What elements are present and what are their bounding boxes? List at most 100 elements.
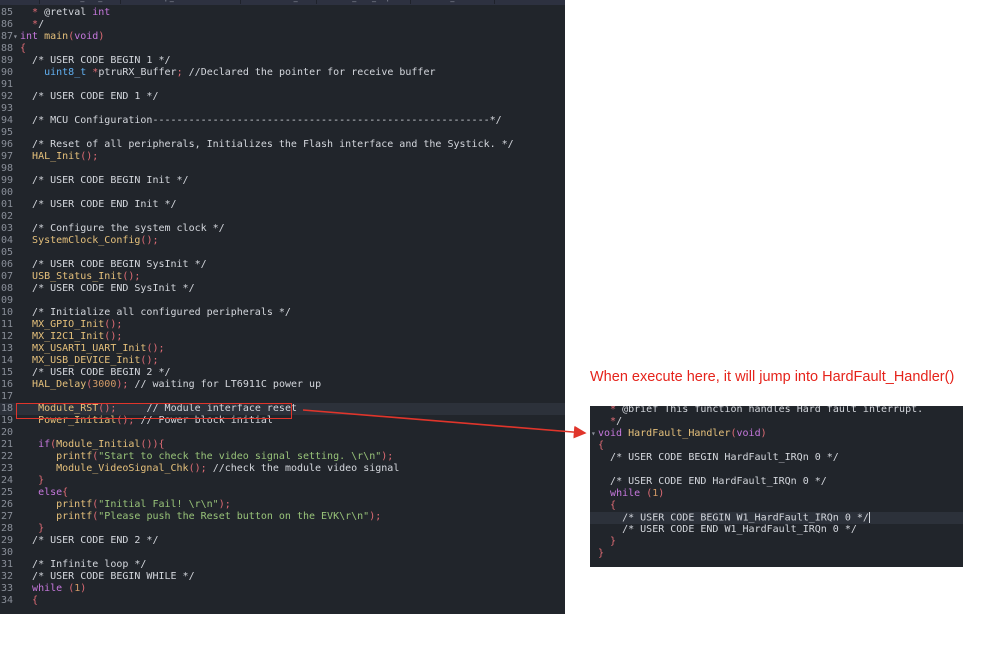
code-text: /* USER CODE END Init */ [32,199,177,210]
code-line[interactable]: 97 HAL_Init(); [0,151,565,163]
panel-code-line[interactable]: /* USER CODE END W1_HardFault_IRQn 0 */ [590,524,963,536]
code-line[interactable]: 05 [0,247,565,259]
code-text: printf("Initial Fail! \r\n"); [56,499,231,510]
code-line[interactable]: 03 /* Configure the system clock */ [0,223,565,235]
tab-3[interactable]: stm32f0xx_it.c [245,0,317,4]
panel-code-line[interactable]: { [590,440,963,452]
code-text: } [38,475,45,486]
tab-2[interactable]: startup_stm32f072xb.s [135,0,241,4]
line-number: 16 [1,379,14,390]
code-line[interactable]: 90 uint8_t *ptruRX_Buffer; //Declared th… [0,67,565,79]
code-line[interactable]: 86 */ [0,19,565,31]
code-line[interactable]: 14 MX_USB_DEVICE_Init(); [0,355,565,367]
code-text: { [20,43,27,54]
tab-0[interactable]: main.c [0,0,40,4]
code-line[interactable]: 22 printf("Start to check the video sign… [0,451,565,463]
code-line[interactable]: 12 MX_I2C1_Init(); [0,331,565,343]
code-line[interactable]: 31 /* Infinite loop */ [0,559,565,571]
line-number: 93 [1,103,14,114]
code-text: } [38,523,45,534]
code-line[interactable]: 29 /* USER CODE END 2 */ [0,535,565,547]
code-text: while (1) [32,583,87,594]
code-line[interactable]: 30 [0,547,565,559]
code-line[interactable]: 85 * @retval int [0,7,565,19]
code-text: /* USER CODE END W1_HardFault_IRQn 0 */ [622,524,857,535]
code-line[interactable]: 17 [0,391,565,403]
tab-1[interactable]: usbd_cdc_if.c [55,0,121,4]
code-line[interactable]: 24 } [0,475,565,487]
panel-code-line[interactable]: } [590,548,963,560]
panel-code-line[interactable]: /* USER CODE BEGIN W1_HardFault_IRQn 0 *… [590,512,963,524]
code-text: /* USER CODE BEGIN 2 */ [32,367,171,378]
text-cursor [868,512,870,523]
code-text: void HardFault_Handler(void) [598,428,767,439]
code-text: } [598,548,605,559]
code-line[interactable]: 34 { [0,595,565,607]
fold-chevron-icon[interactable]: ▾ [13,31,18,43]
code-line[interactable]: 26 printf("Initial Fail! \r\n"); [0,499,565,511]
annotation-note: When execute here, it will jump into Har… [590,369,955,385]
line-number: 12 [1,331,14,342]
code-line[interactable]: 10 /* Initialize all configured peripher… [0,307,565,319]
code-line[interactable]: 88 { [0,43,565,55]
fold-chevron-icon[interactable]: ▾ [591,428,596,440]
panel-code-line[interactable]: ▾ void HardFault_Handler(void) [590,428,963,440]
code-text: uint8_t *ptruRX_Buffer; //Declared the p… [44,67,436,78]
code-line[interactable]: 23 Module_VideoSignal_Chk(); //check the… [0,463,565,475]
code-line[interactable]: 87 ▾ int main(void) [0,31,565,43]
code-text: if(Module_Initial()){ [38,439,165,450]
code-line[interactable]: 27 printf("Please push the Reset button … [0,511,565,523]
code-line[interactable]: 99 /* USER CODE BEGIN Init */ [0,175,565,187]
code-line[interactable]: 96 /* Reset of all peripherals, Initiali… [0,139,565,151]
code-line[interactable]: 09 [0,295,565,307]
code-line[interactable]: 92 /* USER CODE END 1 */ [0,91,565,103]
line-number: 29 [1,535,14,546]
code-line[interactable]: 15 /* USER CODE BEGIN 2 */ [0,367,565,379]
code-line[interactable]: 06 /* USER CODE BEGIN SysInit */ [0,259,565,271]
line-number: 15 [1,367,14,378]
line-number: 06 [1,259,14,270]
panel-code-line[interactable]: */ [590,416,963,428]
panel-code-line[interactable]: /* USER CODE BEGIN HardFault_IRQn 0 */ [590,452,963,464]
panel-code-line[interactable]: * @brief This function handles Hard faul… [590,406,963,416]
code-line[interactable]: 33 while (1) [0,583,565,595]
code-text: /* USER CODE BEGIN HardFault_IRQn 0 */ [610,452,839,463]
code-text: /* USER CODE BEGIN Init */ [32,175,189,186]
line-number: 19 [1,415,14,426]
code-line[interactable]: 21 if(Module_Initial()){ [0,439,565,451]
line-number: 14 [1,355,14,366]
line-number: 07 [1,271,14,282]
tab-5[interactable]: usbd_device.c [425,0,495,4]
panel-code-line[interactable]: while (1) [590,488,963,500]
code-text: /* USER CODE END SysInit */ [32,283,195,294]
code-panel-hardfault[interactable]: * @brief This function handles Hard faul… [590,406,963,567]
code-line[interactable]: 11 MX_GPIO_Init(); [0,319,565,331]
code-line[interactable]: 07 USB_Status_Init(); [0,271,565,283]
code-line[interactable]: 01 /* USER CODE END Init */ [0,199,565,211]
panel-code-line[interactable]: { [590,500,963,512]
panel-code-line[interactable]: /* USER CODE END HardFault_IRQn 0 */ [590,476,963,488]
code-editor-main[interactable]: 85 * @retval int 86 */87 ▾ int main(void) 88… [0,5,565,614]
code-line[interactable]: 16 HAL_Delay(3000); // waiting for LT691… [0,379,565,391]
code-line[interactable]: 95 [0,127,565,139]
tab-4[interactable]: RDP70L1_EVK_V0p4.c [310,0,411,4]
code-line[interactable]: 93 [0,103,565,115]
code-line[interactable]: 98 [0,163,565,175]
code-line[interactable]: 02 [0,211,565,223]
code-line[interactable]: 32 /* USER CODE BEGIN WHILE */ [0,571,565,583]
code-line[interactable]: 13 MX_USART1_UART_Init(); [0,343,565,355]
code-line[interactable]: 20 [0,427,565,439]
panel-code-line[interactable] [590,464,963,476]
code-line[interactable]: 28 } [0,523,565,535]
code-text: * @retval int [32,7,111,18]
code-line[interactable]: 08 /* USER CODE END SysInit */ [0,283,565,295]
line-number: 05 [1,247,14,258]
code-line[interactable]: 25 else{ [0,487,565,499]
code-line[interactable]: 00 [0,187,565,199]
code-text: MX_GPIO_Init(); [32,319,123,330]
panel-code-line[interactable]: } [590,536,963,548]
code-line[interactable]: 91 [0,79,565,91]
code-line[interactable]: 94 /* MCU Configuration-----------------… [0,115,565,127]
code-line[interactable]: 04 SystemClock_Config(); [0,235,565,247]
code-line[interactable]: 89 /* USER CODE BEGIN 1 */ [0,55,565,67]
